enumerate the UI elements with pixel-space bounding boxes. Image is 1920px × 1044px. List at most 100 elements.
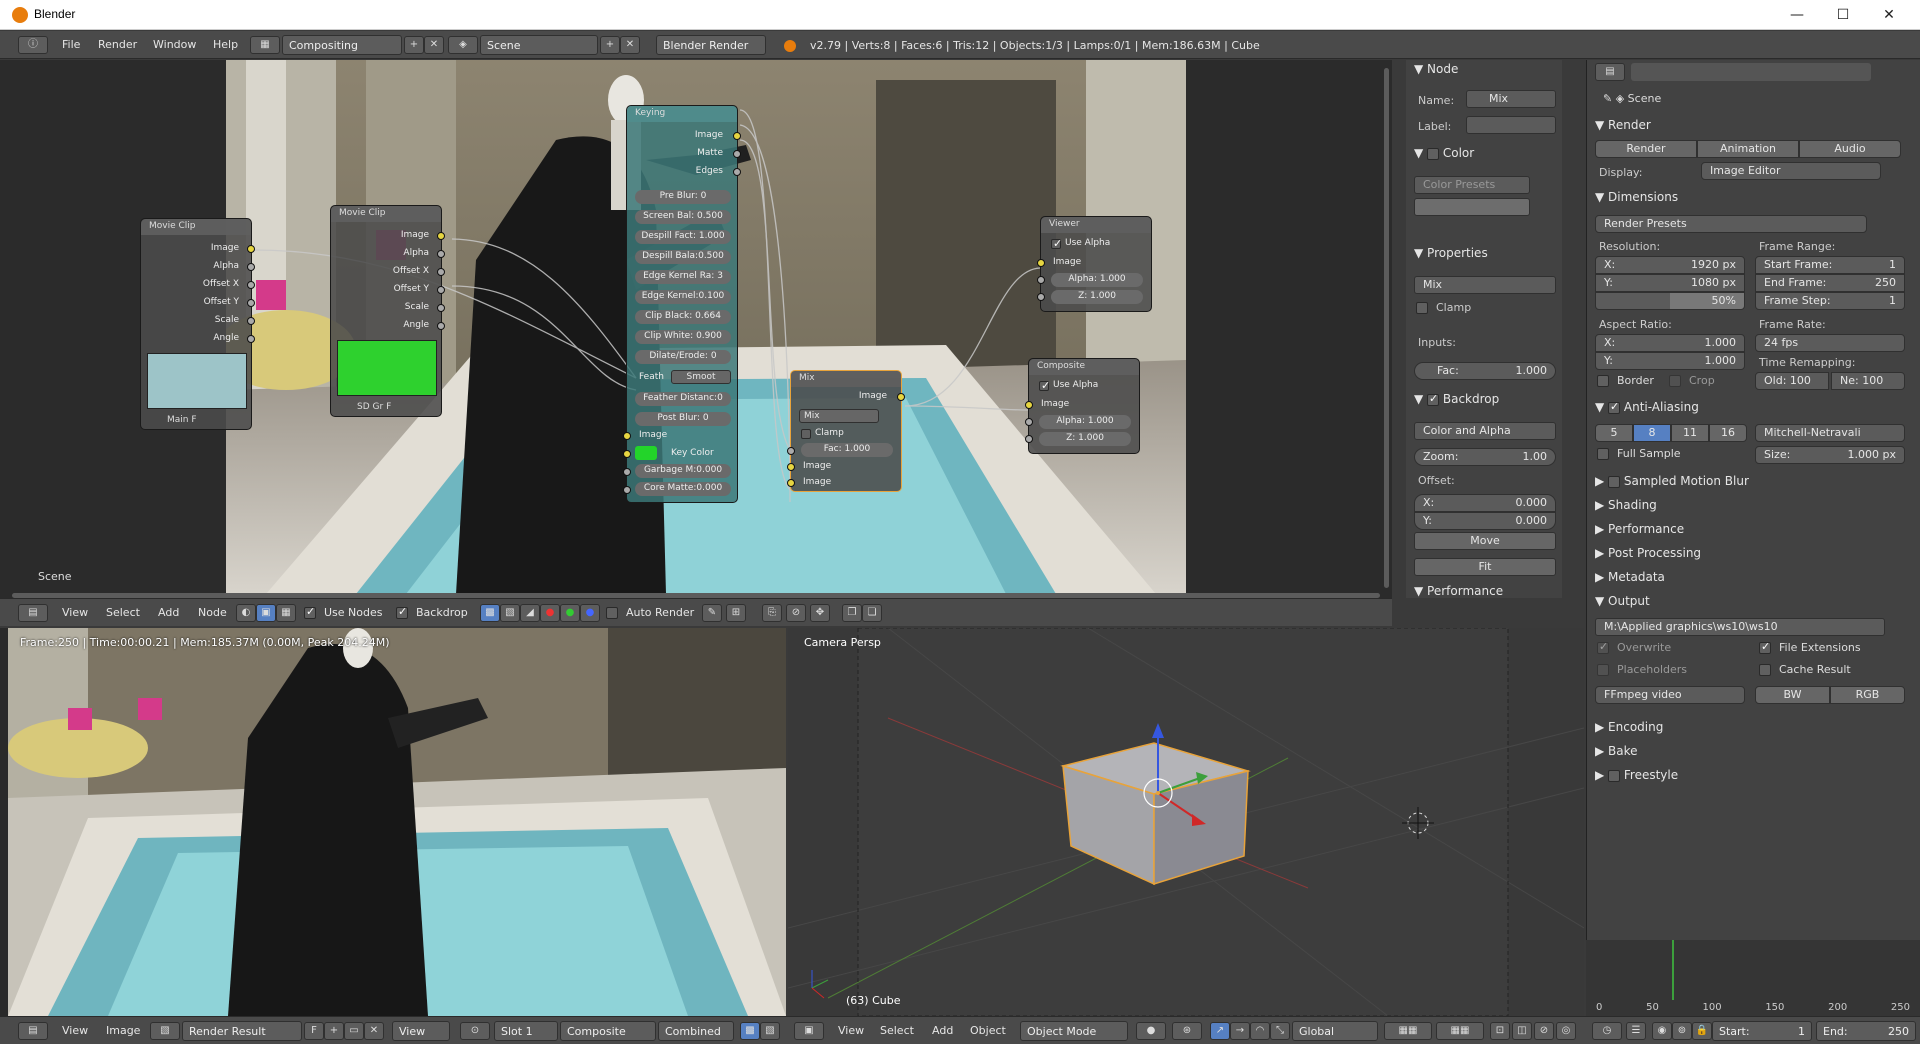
render-engine-select[interactable]: Blender Render	[656, 35, 766, 55]
orientation-select[interactable]: Global	[1292, 1021, 1378, 1041]
channel-red-icon[interactable]: ●	[540, 604, 560, 622]
field-clip-black[interactable]: Clip Black: 0.664	[635, 310, 731, 324]
socket-garbage[interactable]	[623, 468, 631, 476]
viewport-editor-type-icon[interactable]: ▣	[794, 1022, 824, 1040]
proportional-icon[interactable]: ◎	[1556, 1022, 1576, 1040]
socket-image-in[interactable]	[623, 432, 631, 440]
socket-alpha[interactable]	[437, 250, 445, 258]
menu-file[interactable]: File	[62, 38, 80, 51]
placeholders-checkbox[interactable]	[1597, 664, 1609, 676]
opengl-render-icon[interactable]: ⊘	[1534, 1022, 1554, 1040]
channel-blue-icon[interactable]: ●	[580, 604, 600, 622]
image-editor[interactable]: Frame:250 | Time:00:00.21 | Mem:185.37M …	[0, 628, 786, 1016]
snap-icon[interactable]: ⊞	[726, 604, 746, 622]
compositing-nodes-icon[interactable]: ▣	[256, 604, 276, 622]
paste-icon[interactable]: ❏	[862, 604, 882, 622]
offset-y-field[interactable]: Y: 0.000	[1414, 512, 1556, 530]
render-presets-select[interactable]: Render Presets	[1595, 215, 1867, 233]
cache-result-checkbox[interactable]	[1759, 664, 1771, 676]
close-button[interactable]: ✕	[1866, 0, 1912, 30]
socket-core[interactable]	[623, 486, 631, 494]
aspect-x-field[interactable]: X: 1.000	[1595, 334, 1745, 352]
bake-section-header[interactable]: ▶ Bake	[1595, 744, 1638, 758]
scene-field[interactable]: Scene	[480, 35, 598, 55]
keying-node[interactable]: Keying Image Matte Edges Pre Blur: 0 Scr…	[623, 105, 741, 503]
socket-edges[interactable]	[733, 168, 741, 176]
socket-matte[interactable]	[733, 150, 741, 158]
field-garbage-matte[interactable]: Garbage M:0.000	[635, 464, 731, 478]
timeline[interactable]: 0 50 100 150 200 250	[1586, 940, 1920, 1016]
remove-layout-icon[interactable]: ✕	[424, 36, 444, 54]
socket-image-in-2[interactable]	[787, 479, 795, 487]
socket-offset-x[interactable]	[437, 268, 445, 276]
output-path-field[interactable]: M:\Applied graphics\ws10\ws10	[1595, 618, 1885, 636]
shading-icon[interactable]: ●	[1136, 1022, 1166, 1040]
translate-icon[interactable]: →	[1230, 1022, 1250, 1040]
timeline-editor-type-icon[interactable]: ◷	[1592, 1022, 1622, 1040]
timeline-start-field[interactable]: Start: 1	[1712, 1021, 1812, 1041]
overwrite-checkbox[interactable]	[1597, 640, 1609, 654]
socket-angle[interactable]	[247, 335, 255, 343]
end-frame-field[interactable]: End Frame: 250	[1755, 274, 1905, 292]
new-image-icon[interactable]: +	[324, 1022, 344, 1040]
field-z[interactable]: Z: 1.000	[1039, 432, 1131, 446]
add-layout-icon[interactable]: +	[404, 36, 424, 54]
filter-size-field[interactable]: Size: 1.000 px	[1755, 446, 1905, 464]
menu-help[interactable]: Help	[213, 38, 238, 51]
start-frame-field[interactable]: Start Frame: 1	[1755, 256, 1905, 274]
socket-alpha[interactable]	[1037, 276, 1045, 284]
display-select[interactable]: Image Editor	[1701, 162, 1881, 180]
audio-button[interactable]: Audio	[1799, 140, 1901, 158]
channel-green-icon[interactable]: ●	[560, 604, 580, 622]
post-processing-section-header[interactable]: ▶ Post Processing	[1595, 546, 1701, 560]
current-frame-marker[interactable]	[1672, 940, 1674, 1000]
display-channels-icon[interactable]: ▩	[740, 1022, 760, 1040]
color-section-header[interactable]: ▼ Color	[1414, 146, 1474, 160]
file-extensions-checkbox[interactable]	[1759, 640, 1771, 654]
lock-icon[interactable]: 🔒	[1692, 1022, 1712, 1040]
shading-section-header[interactable]: ▶ Shading	[1595, 498, 1657, 512]
channel-alpha-icon[interactable]: ◢	[520, 604, 540, 622]
move-button[interactable]: Move	[1414, 532, 1556, 550]
resolution-percentage-slider[interactable]: 50%	[1595, 292, 1745, 310]
blend-mode-select[interactable]: Mix	[1414, 276, 1556, 294]
record-icon[interactable]: ◉	[1652, 1022, 1672, 1040]
viewport-menu-view[interactable]: View	[838, 1024, 864, 1037]
dimensions-section-header[interactable]: ▼ Dimensions	[1595, 190, 1678, 204]
render-section-header[interactable]: ▼ Render	[1595, 118, 1651, 132]
socket-key-color[interactable]	[623, 450, 631, 458]
shader-nodes-icon[interactable]: ◐	[236, 604, 256, 622]
editor-type-icon[interactable]: ⓘ	[18, 36, 48, 54]
color-presets-select[interactable]: Color Presets	[1414, 176, 1530, 194]
screen-layout-field[interactable]: Compositing	[282, 35, 402, 55]
fit-button[interactable]: Fit	[1414, 558, 1556, 576]
zoom-field[interactable]: Zoom: 1.00	[1414, 448, 1556, 466]
menu-render[interactable]: Render	[98, 38, 137, 51]
backdrop-section-header[interactable]: ▼ Backdrop	[1414, 392, 1499, 407]
field-edge-kernel[interactable]: Edge Kernel:0.100	[635, 290, 731, 304]
3d-viewport[interactable]: Camera Persp (63) Cube	[788, 628, 1584, 1016]
anti-aliasing-section-header[interactable]: ▼ Anti-Aliasing	[1595, 400, 1699, 415]
aa-samples-5[interactable]: 5	[1595, 424, 1633, 442]
pass-select[interactable]: Combined	[658, 1021, 734, 1041]
rotate-icon[interactable]: ◠	[1250, 1022, 1270, 1040]
viewport-menu-add[interactable]: Add	[932, 1024, 953, 1037]
node-editor[interactable]: Movie Clip Image Alpha Offset X Offset Y…	[0, 60, 1392, 598]
key-color-swatch[interactable]	[635, 446, 657, 460]
image-menu-view[interactable]: View	[62, 1024, 88, 1037]
menu-add[interactable]: Add	[158, 606, 179, 619]
timeline-menu-icon[interactable]: ☰	[1626, 1022, 1646, 1040]
use-alpha-checkbox[interactable]	[1051, 237, 1062, 250]
socket-offset-y[interactable]	[247, 299, 255, 307]
socket-scale[interactable]	[247, 317, 255, 325]
node-color-swatch[interactable]	[1414, 198, 1530, 216]
image-name-field[interactable]: Render Result	[182, 1021, 302, 1041]
channel-rgba-icon[interactable]: ▩	[480, 604, 500, 622]
rgb-button[interactable]: RGB	[1830, 686, 1905, 704]
viewport-menu-select[interactable]: Select	[880, 1024, 914, 1037]
render-slot-icon[interactable]: ⊙	[460, 1022, 490, 1040]
slot-select[interactable]: Slot 1	[494, 1021, 558, 1041]
border-checkbox[interactable]	[1597, 375, 1609, 387]
clip-f[interactable]: F	[386, 402, 391, 412]
channels-alpha-icon[interactable]: ▧	[760, 1022, 780, 1040]
